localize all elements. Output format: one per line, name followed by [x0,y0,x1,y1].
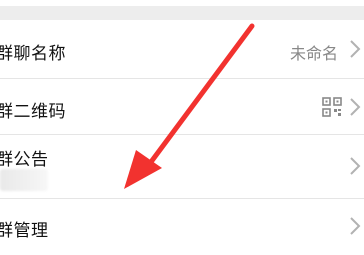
group-manage-row[interactable]: 群管理 [0,199,364,255]
group-notice-row[interactable]: 群公告 [0,135,364,198]
chevron-right-icon [350,157,361,175]
chevron-right-icon [350,98,361,116]
group-settings-panel: 群聊名称 未命名 群二维码 群公告 群管理 [0,20,364,255]
chevron-right-icon [350,217,361,235]
qr-code-icon [322,97,342,117]
group-name-row[interactable]: 群聊名称 未命名 [0,20,364,78]
notice-preview-redacted [0,169,48,191]
group-notice-label: 群公告 [0,150,49,170]
group-name-label: 群聊名称 [0,44,66,64]
group-qr-code-label: 群二维码 [0,102,66,122]
top-section-strip [0,0,364,6]
chevron-right-icon [350,40,361,58]
group-name-value: 未命名 [289,44,338,63]
group-qr-code-row[interactable]: 群二维码 [0,79,364,134]
group-manage-label: 群管理 [0,221,49,241]
